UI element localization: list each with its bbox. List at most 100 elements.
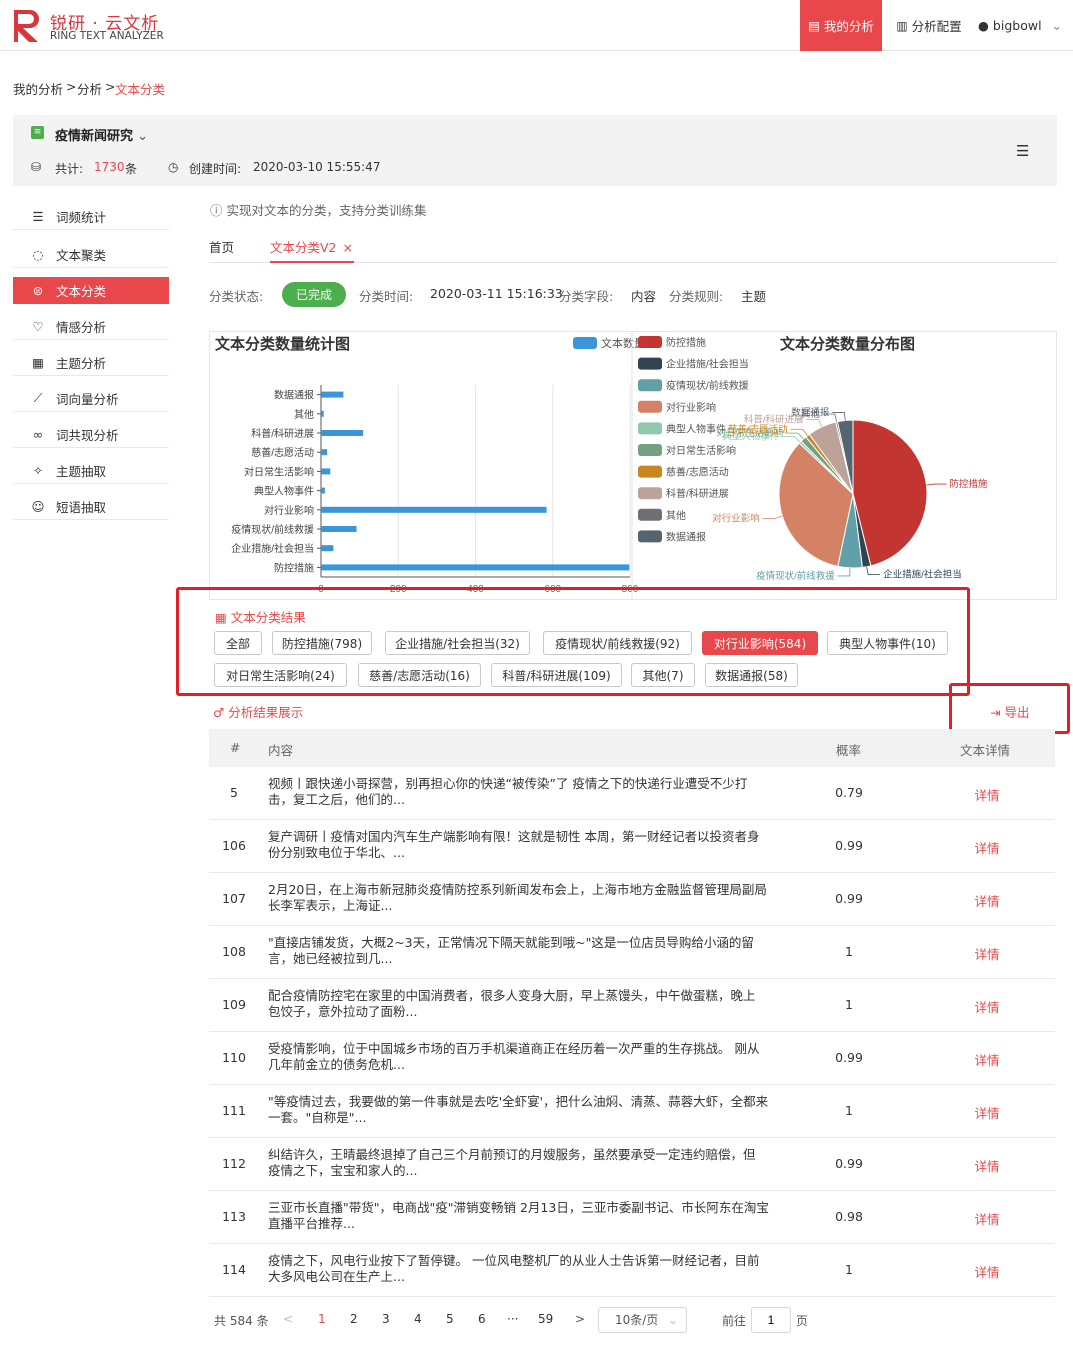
project-name[interactable]: 疫情新闻研究 ⌄ xyxy=(55,125,148,144)
chat-icon: ☺ xyxy=(31,498,45,514)
row-detail-link[interactable]: 详情 xyxy=(947,997,1027,1016)
export-label: 导出 xyxy=(1004,705,1030,720)
category-tag[interactable]: 企业措施/社会担当(32) xyxy=(385,631,530,655)
page-ellipsis[interactable]: ··· xyxy=(507,1312,518,1326)
category-tag[interactable]: 全部 xyxy=(214,631,262,655)
category-tag[interactable]: 典型人物事件(10) xyxy=(827,631,948,655)
page-number[interactable]: 3 xyxy=(382,1312,390,1326)
pie-label-line xyxy=(866,566,881,575)
category-tag[interactable]: 科普/科研进展(109) xyxy=(491,663,622,687)
list-icon: ☰ xyxy=(32,208,44,224)
sidebar-item-classification[interactable]: ⊜ 文本分类 xyxy=(13,277,169,304)
y-tick-label: 对行业影响 xyxy=(264,504,314,517)
sidebar-item-word-vector[interactable]: ⟋ 词向量分析 xyxy=(13,385,169,412)
menu-list-icon[interactable]: ☰ xyxy=(1016,142,1029,160)
sidebar-item-topic-extraction[interactable]: ✧ 主题抽取 xyxy=(13,457,169,484)
classify-icon: ⊜ xyxy=(32,283,44,298)
hint-text: ⓘ 实现对文本的分类，支持分类训练集 xyxy=(210,200,427,219)
nav-analysis-config[interactable]: ▥ 分析配置 xyxy=(886,0,972,51)
sidebar-item-cooccurrence[interactable]: ∞ 词共现分析 xyxy=(13,421,169,448)
pie-label-line xyxy=(926,483,947,486)
row-detail-link[interactable]: 详情 xyxy=(947,1156,1027,1175)
bar xyxy=(321,430,364,436)
page-number[interactable]: 6 xyxy=(478,1312,486,1326)
sidebar-item-label: 情感分析 xyxy=(56,319,107,335)
close-icon[interactable]: × xyxy=(343,240,353,255)
chart-panel: 文本分类数量统计图 文本数量 0 200 400 600 800 数据通报 其他 科普/科研进展慈… xyxy=(209,331,1057,600)
sidebar-item-label: 文本聚类 xyxy=(56,247,107,263)
goto-page-input[interactable] xyxy=(751,1307,791,1333)
category-tag[interactable]: 疫情现状/前线救援(92) xyxy=(543,631,692,655)
row-detail-link[interactable]: 详情 xyxy=(947,891,1027,910)
row-detail-link[interactable]: 详情 xyxy=(947,838,1027,857)
page-number[interactable]: 5 xyxy=(446,1312,454,1326)
y-tick-label: 典型人物事件 xyxy=(254,485,314,498)
table-icon: ▦ xyxy=(215,610,231,625)
category-tag[interactable]: 慈善/志愿活动(16) xyxy=(358,663,481,687)
legend-label: 慈善/志愿活动 xyxy=(666,466,729,479)
sidebar-item-topic[interactable]: ▦ 主题分析 xyxy=(13,349,169,376)
tab-classification-v2[interactable]: 文本分类V2 × xyxy=(270,237,353,256)
rule-label: 分类规则: xyxy=(669,289,724,304)
table-row: 110 受疫情影响，位于中国城乡市场的百万手机渠道商正在经历着一次严重的生存挑战。… xyxy=(209,1032,1055,1085)
pie-label-line xyxy=(762,515,783,519)
export-button[interactable]: ⇥ 导出 xyxy=(990,702,1029,721)
table-row: 112 纠结许久，王晴最终退掉了自己三个月前预订的月嫂服务，虽然要承受一定违约赔偿… xyxy=(209,1138,1055,1191)
sidebar-item-sentiment[interactable]: ♡ 情感分析 xyxy=(13,313,169,340)
sidebar-item-word-frequency[interactable]: ☰ 词频统计 xyxy=(13,203,169,230)
breadcrumb-current: 文本分类 xyxy=(115,82,166,97)
user-menu[interactable]: ● bigbowl ⌄ xyxy=(978,0,1068,51)
bar xyxy=(321,449,328,456)
sidebar-item-clustering[interactable]: ◌ 文本聚类 xyxy=(13,241,169,268)
row-detail-link[interactable]: 详情 xyxy=(947,1103,1027,1122)
breadcrumb-my-analysis[interactable]: 我的分析 xyxy=(13,79,63,98)
row-content-line2: 几年前金立的债务危机... xyxy=(268,1057,405,1072)
row-content: 复产调研丨疫情对国内汽车生产端影响有限！这就是韧性 本周，第一财经记者以投资者身… xyxy=(268,829,773,863)
row-detail-link[interactable]: 详情 xyxy=(947,944,1027,963)
page-size-select[interactable]: 10条/页 ⌄ xyxy=(598,1307,687,1333)
col-prob: 概率 xyxy=(836,743,862,758)
sidebar-item-phrase-extraction[interactable]: ☺ 短语抽取 xyxy=(13,493,169,520)
col-content: 内容 xyxy=(268,743,294,758)
category-tag[interactable]: 其他(7) xyxy=(631,663,695,687)
nav-my-analysis[interactable]: ▤ 我的分析 xyxy=(800,0,882,51)
page-number[interactable]: 2 xyxy=(350,1312,358,1326)
row-probability: 0.99 xyxy=(835,838,863,853)
top-bar: 锐研 · 云文析 RING TEXT ANALYZER ▤ 我的分析 ▥ 分析配… xyxy=(0,0,1073,51)
page-number[interactable]: 59 xyxy=(538,1312,553,1326)
legend-swatch xyxy=(638,444,662,456)
legend-swatch xyxy=(638,357,662,370)
row-probability: 0.99 xyxy=(835,891,863,906)
row-content: 三亚市长直播"带货"，电商战"疫"滞销变畅销 2月13日，三亚市委副书记、市长阿… xyxy=(268,1200,773,1234)
project-icon: ≡ xyxy=(31,126,44,139)
breadcrumb-analysis[interactable]: 分析 xyxy=(77,79,102,98)
legend-label: 科普/科研进展 xyxy=(666,487,729,500)
status-badge: 已完成 xyxy=(282,282,346,307)
next-page-icon[interactable]: > xyxy=(575,1312,585,1326)
y-tick-label: 科普/科研进展 xyxy=(251,427,314,440)
table-row: 106 复产调研丨疫情对国内汽车生产端影响有限！这就是韧性 本周，第一财经记者以投… xyxy=(209,820,1055,873)
user-name: bigbowl xyxy=(992,18,1042,33)
row-detail-link[interactable]: 详情 xyxy=(947,1050,1027,1069)
category-tag[interactable]: 数据通报(58) xyxy=(705,663,798,687)
row-detail-link[interactable]: 详情 xyxy=(947,785,1027,804)
tab-home[interactable]: 首页 xyxy=(209,237,234,256)
clock-icon: ◷ xyxy=(168,160,179,174)
hint-label: 实现对文本的分类，支持分类训练集 xyxy=(226,203,427,218)
link-icon: ∞ xyxy=(32,426,44,442)
page-number[interactable]: 1 xyxy=(318,1312,326,1326)
page-number[interactable]: 4 xyxy=(414,1312,422,1326)
row-content-line1: 配合疫情防控宅在家里的中国消费者，很多人变身大厨，早上蒸馒头，中午做蛋糕，晚上 xyxy=(268,988,756,1003)
row-no: 111 xyxy=(222,1103,246,1118)
row-content-line1: 视频丨跟快递小哥探营，别再担心你的快递“被传染”了 疫情之下的快递行业遭受不少打 xyxy=(268,776,748,791)
row-detail-link[interactable]: 详情 xyxy=(947,1209,1027,1228)
row-detail-link[interactable]: 详情 xyxy=(947,1262,1027,1281)
category-tag[interactable]: 防控措施(798) xyxy=(272,631,372,655)
row-no: 106 xyxy=(222,838,246,853)
category-tag[interactable]: 对行业影响(584) xyxy=(702,631,818,655)
table-row: 5 视频丨跟快递小哥探营，别再担心你的快递“被传染”了 疫情之下的快递行业遭受不少… xyxy=(209,767,1055,820)
row-content: "直接店铺发货，大概2~3天，正常情况下隔天就能到哦~"这是一位店员导购给小涵的… xyxy=(268,935,773,969)
prev-page-icon[interactable]: < xyxy=(283,1312,293,1326)
col-no: # xyxy=(230,740,241,755)
category-tag[interactable]: 对日常生活影响(24) xyxy=(214,663,347,687)
